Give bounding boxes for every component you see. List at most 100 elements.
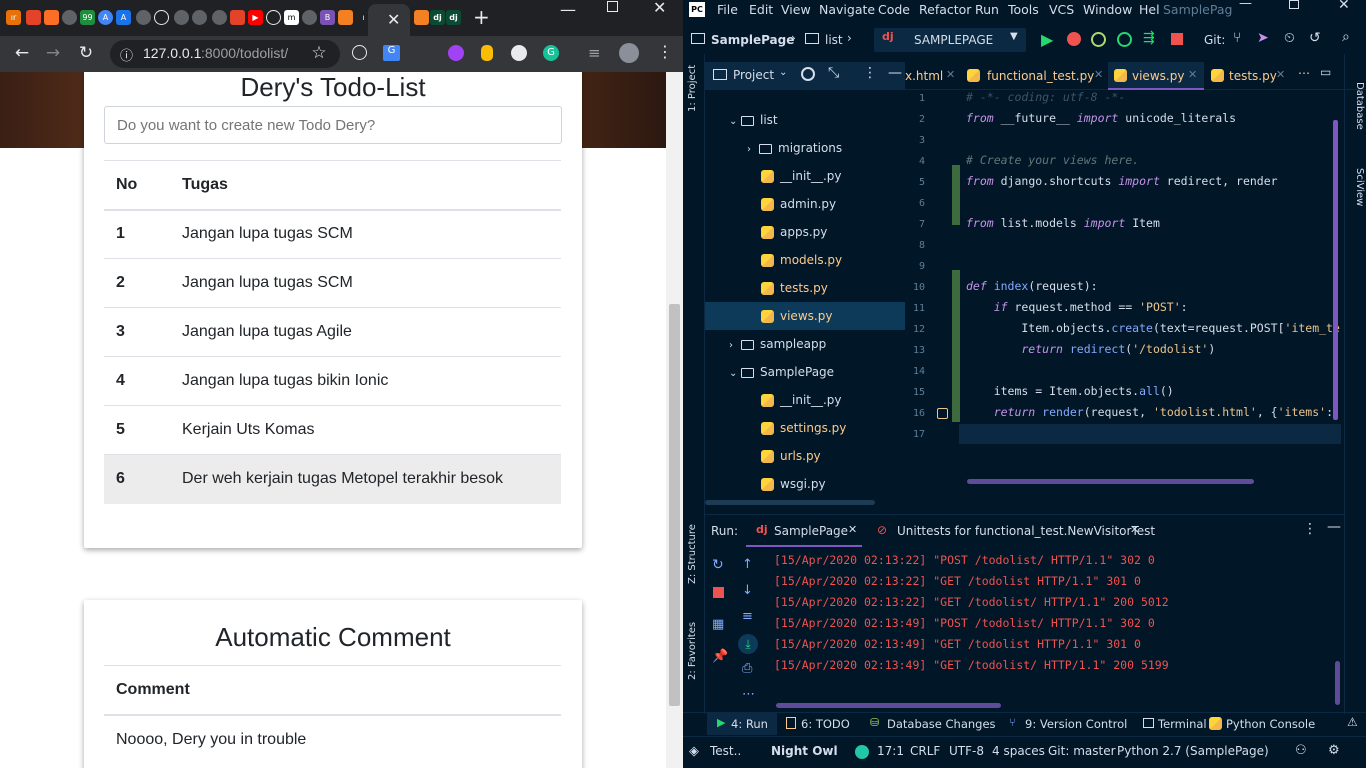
coverage-icon[interactable] <box>1091 32 1106 47</box>
menu-navigate[interactable]: Navigate <box>819 2 875 17</box>
profile-icon[interactable] <box>1117 32 1132 47</box>
tab-functional-test[interactable]: functional_test.py <box>987 62 1094 90</box>
tab-run[interactable]: ▶ 4: Run <box>707 713 777 735</box>
forward-icon[interactable]: → <box>42 42 64 64</box>
browser-menu-icon[interactable]: ⋮ <box>657 42 673 61</box>
maximize-icon[interactable] <box>607 1 618 12</box>
debug-icon[interactable] <box>1067 32 1081 46</box>
reload-icon[interactable]: ↻ <box>75 42 97 64</box>
stop-icon[interactable] <box>713 587 724 598</box>
github-extension-icon[interactable] <box>511 45 527 61</box>
bookmark-star-icon[interactable]: ☆ <box>308 42 330 64</box>
tab-tests[interactable]: tests.py <box>1229 62 1277 90</box>
minimize-icon[interactable]: — <box>560 0 576 19</box>
git-branch-icon[interactable]: ⑂ <box>1233 30 1241 46</box>
print-icon[interactable]: ⎙ <box>742 661 752 676</box>
menu-vcs[interactable]: VCS <box>1049 2 1074 17</box>
console-vertical-scrollbar[interactable] <box>1335 661 1340 705</box>
close-icon[interactable]: ✕ <box>1094 68 1103 81</box>
status-interpreter[interactable]: Python 2.7 (SamplePage) <box>1117 744 1269 758</box>
tree-file[interactable]: settings.py <box>761 418 846 438</box>
chevron-down-icon[interactable]: ⌄ <box>779 67 787 78</box>
tab-favicon-icon[interactable]: ır <box>6 10 21 25</box>
locate-icon[interactable] <box>801 67 815 81</box>
tree-file[interactable]: __init__.py <box>761 166 842 186</box>
tree-file[interactable]: admin.py <box>761 194 836 214</box>
back-icon[interactable]: ← <box>11 42 33 64</box>
django-icon[interactable]: dj <box>430 10 445 25</box>
scroll-down-icon[interactable]: ↓ <box>742 583 753 598</box>
status-git-branch[interactable]: Git: master <box>1048 744 1116 758</box>
breadcrumb-folder[interactable]: list <box>825 33 843 47</box>
tree-file[interactable]: models.py <box>761 250 842 270</box>
tree-file[interactable]: __init__.py <box>761 390 842 410</box>
concurrency-icon[interactable]: ⇶ <box>1143 30 1155 46</box>
more-tabs-icon[interactable]: ⋯ <box>1298 66 1310 80</box>
github-icon[interactable] <box>154 10 169 25</box>
status-line-separator[interactable]: CRLF <box>910 744 940 758</box>
rerun-icon[interactable]: ↻ <box>712 557 724 573</box>
status-theme[interactable]: Night Owl <box>771 744 838 758</box>
tool-project[interactable]: 1: Project <box>687 65 698 112</box>
close-icon[interactable]: ✕ <box>1276 68 1285 81</box>
avatar[interactable] <box>619 43 639 63</box>
stackoverflow-icon[interactable] <box>414 10 429 25</box>
gitlab-icon[interactable] <box>44 10 59 25</box>
scroll-to-end-icon[interactable]: ⤓ <box>738 634 758 654</box>
tree-file[interactable]: urls.py <box>761 446 821 466</box>
tree-folder-samplepage[interactable]: ⌄ SamplePage <box>729 362 834 382</box>
tab-python-console[interactable]: Python Console <box>1226 717 1315 731</box>
hide-icon[interactable]: — <box>888 65 902 81</box>
status-encoding[interactable]: UTF-8 <box>949 744 984 758</box>
tree-file[interactable]: apps.py <box>761 222 827 242</box>
tab-favicon-icon[interactable] <box>192 10 207 25</box>
run-icon[interactable]: ▶ <box>1041 30 1053 49</box>
close-icon[interactable]: ✕ <box>848 523 857 536</box>
notification-icon[interactable]: ⚇ <box>1295 743 1307 758</box>
extension-globe-icon[interactable] <box>352 45 367 60</box>
breadcrumb-project[interactable]: SamplePage <box>711 33 794 47</box>
more-options-icon[interactable]: ⋮ <box>863 65 877 81</box>
close-icon[interactable]: ✕ <box>1130 523 1139 536</box>
tool-sciview[interactable]: SciView <box>1354 168 1365 206</box>
project-view-label[interactable]: Project <box>733 68 774 82</box>
tab-favicon-icon[interactable]: 99 <box>80 10 95 25</box>
tab-list-icon[interactable]: ▭ <box>1320 65 1331 79</box>
tree-scrollbar[interactable] <box>705 500 875 505</box>
tab-favicon-icon[interactable] <box>136 10 151 25</box>
grammarly-icon[interactable]: G <box>543 45 559 61</box>
tool-database[interactable]: Database <box>1354 82 1365 130</box>
menu-code[interactable]: Code <box>878 2 910 17</box>
code-editor[interactable]: 1 2 3 4 5 6 7 8 9 10 11 12 13 14 15 16 1… <box>905 90 1341 486</box>
info-icon[interactable]: ⓘ <box>120 45 133 64</box>
youtube-icon[interactable]: ▶ <box>248 10 263 25</box>
layout-icon[interactable]: ▦ <box>712 617 724 632</box>
layers-icon[interactable]: ◈ <box>689 744 699 759</box>
search-icon[interactable]: ⌕ <box>1342 29 1350 45</box>
extension-icon[interactable] <box>448 45 464 61</box>
close-window-icon[interactable]: ✕ <box>653 0 666 17</box>
tab-favicon-icon[interactable] <box>212 10 227 25</box>
run-tab-unittests[interactable]: Unittests for functional_test.NewVisitor… <box>897 524 1155 538</box>
inspector-icon[interactable]: ⚙ <box>1328 743 1340 758</box>
tab-todo[interactable]: 6: TODO <box>801 717 850 731</box>
menu-edit[interactable]: Edit <box>749 2 773 17</box>
tree-file[interactable]: tests.py <box>761 278 828 298</box>
pin-icon[interactable]: 📌 <box>712 649 728 664</box>
tab-terminal[interactable]: Terminal <box>1158 717 1207 731</box>
more-icon[interactable]: ⋯ <box>742 687 755 702</box>
event-log-icon[interactable]: ⚠ <box>1347 715 1358 729</box>
menu-run[interactable]: Run <box>975 2 999 17</box>
extension-icon[interactable] <box>481 45 493 61</box>
history-icon[interactable]: ⏲ <box>1284 30 1295 46</box>
tab-html[interactable]: x.html <box>905 62 943 90</box>
git-push-icon[interactable]: ➤ <box>1257 30 1269 46</box>
tab-views-active[interactable]: views.py ✕ <box>1108 62 1204 90</box>
editor-horizontal-scrollbar[interactable] <box>967 479 1254 484</box>
run-config-select[interactable]: dj SAMPLEPAGE ▼ <box>874 28 1026 52</box>
tab-favicon-icon[interactable]: A <box>98 10 113 25</box>
new-tab-icon[interactable]: + <box>473 5 490 29</box>
tool-structure[interactable]: Z: Structure <box>687 524 698 584</box>
tree-folder-migrations[interactable]: › migrations <box>747 138 842 158</box>
tab-version-control[interactable]: 9: Version Control <box>1025 717 1127 731</box>
